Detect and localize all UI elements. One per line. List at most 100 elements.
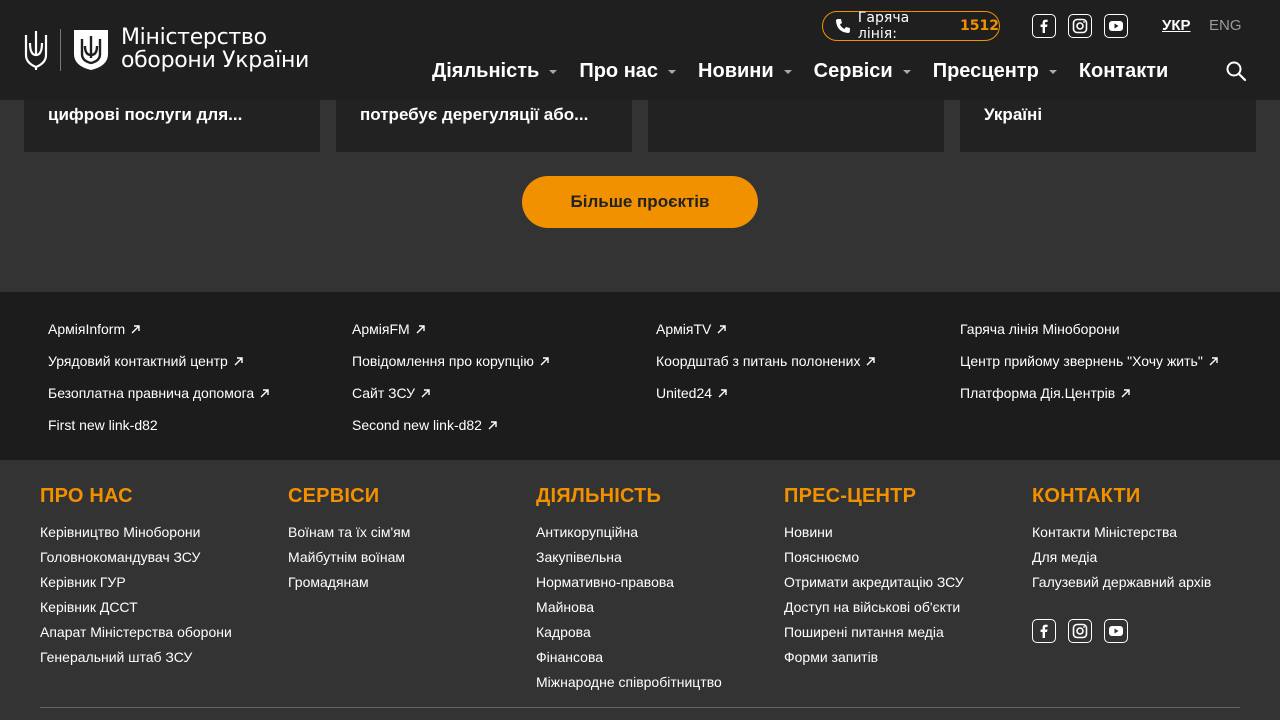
ext-link[interactable]: Повідомлення про корупцію: [352, 353, 550, 369]
ext-link-label: United24: [656, 385, 713, 401]
ext-link-label: First new link-d82: [48, 417, 158, 433]
external-arrow-icon: [234, 356, 243, 365]
ext-link[interactable]: United24: [656, 385, 728, 401]
nav-label: Діяльність: [432, 59, 540, 82]
ext-link-label: АрміяTV: [656, 321, 712, 337]
ext-link-label: Коордштаб з питань полонених: [656, 353, 861, 369]
project-card-title: цифрові послуги для...: [48, 105, 243, 124]
external-arrow-icon: [260, 388, 269, 397]
nav-press[interactable]: Пресцентр: [933, 60, 1057, 83]
search-icon[interactable]: [1225, 60, 1247, 82]
nav-activity[interactable]: Діяльність: [432, 59, 558, 83]
ext-link[interactable]: Сайт ЗСУ: [352, 385, 431, 401]
footer-link[interactable]: Керівник ДССТ: [40, 595, 232, 620]
brand-line-1: Міністерство: [121, 25, 267, 50]
ext-link[interactable]: АрміяTV: [656, 321, 727, 337]
footer-link[interactable]: Воїнам та їх сім'ям: [288, 520, 410, 545]
footer-link[interactable]: Генеральний штаб ЗСУ: [40, 645, 232, 670]
caret-down-icon: [1048, 70, 1057, 74]
more-projects-button[interactable]: Більше проєктів: [522, 176, 758, 228]
caret-down-icon: [783, 70, 792, 74]
site-header: Міністерство оборони України Гаряча ліні…: [0, 0, 1280, 100]
footer-link[interactable]: Контакти Міністерства: [1032, 520, 1211, 545]
footer-col-services: СЕРВІСИ Воїнам та їх сім'ям Майбутнім во…: [288, 485, 410, 595]
footer-col-contacts: КОНТАКТИ Контакти Міністерства Для медіа…: [1032, 485, 1211, 595]
footer-col-activity: ДІЯЛЬНІСТЬ Антикорупційна Закупівельна Н…: [536, 485, 722, 695]
ext-link[interactable]: Гаряча лінія Міноборони: [960, 321, 1120, 337]
ministry-logo-icon[interactable]: [72, 28, 110, 71]
caret-down-icon: [902, 70, 911, 74]
external-arrow-icon: [718, 388, 727, 397]
facebook-icon[interactable]: [1032, 619, 1056, 643]
external-arrow-icon: [416, 324, 425, 333]
footer-link[interactable]: Фінансова: [536, 645, 722, 670]
footer-link[interactable]: Форми запитів: [784, 645, 964, 670]
footer-link[interactable]: Кадрова: [536, 620, 722, 645]
footer-link[interactable]: Керівництво Міноборони: [40, 520, 232, 545]
ext-link-label: Центр прийому звернень "Хочу жить": [960, 353, 1203, 369]
nav-news[interactable]: Новини: [698, 60, 792, 83]
ext-link[interactable]: Коордштаб з питань полонених: [656, 353, 876, 369]
footer-link[interactable]: Поширені питання медіа: [784, 620, 964, 645]
youtube-icon[interactable]: [1104, 619, 1128, 643]
footer-link[interactable]: Для медіа: [1032, 545, 1211, 570]
footer-link[interactable]: Головнокомандувач ЗСУ: [40, 545, 232, 570]
ext-link[interactable]: Платформа Дія.Центрів: [960, 385, 1131, 401]
footer-heading: СЕРВІСИ: [288, 485, 380, 507]
ext-link-label: АрміяFM: [352, 321, 410, 337]
lang-ukr[interactable]: УКР: [1162, 17, 1191, 34]
footer-link[interactable]: Галузевий державний архів: [1032, 570, 1211, 595]
ext-link-label: Second new link-d82: [352, 417, 482, 433]
hotline-button[interactable]: Гаряча лінія: 1512: [822, 10, 1000, 42]
nav-about[interactable]: Про нас: [579, 60, 677, 83]
ext-link[interactable]: АрміяFM: [352, 321, 426, 337]
caret-down-icon: [668, 70, 677, 74]
external-arrow-icon: [717, 324, 727, 333]
youtube-icon[interactable]: [1104, 14, 1128, 38]
facebook-icon[interactable]: [1032, 14, 1056, 38]
lang-eng[interactable]: ENG: [1209, 17, 1242, 34]
footer-link[interactable]: Майнова: [536, 595, 722, 620]
external-arrow-icon: [540, 356, 549, 365]
footer-link[interactable]: Отримати акредитацію ЗСУ: [784, 570, 964, 595]
trident-icon: [24, 31, 48, 70]
footer-link[interactable]: Антикорупційна: [536, 520, 722, 545]
caret-down-icon: [549, 70, 558, 74]
ext-link-label: Гаряча лінія Міноборони: [960, 321, 1120, 337]
logo-divider: [60, 29, 61, 71]
footer-link[interactable]: Новини: [784, 520, 964, 545]
footer-link[interactable]: Пояснюємо: [784, 545, 964, 570]
ext-link[interactable]: АрміяInform: [48, 321, 141, 337]
footer-link[interactable]: Апарат Міністерства оборони: [40, 620, 232, 645]
footer-link[interactable]: Закупівельна: [536, 545, 722, 570]
brand-title[interactable]: Міністерство оборони України: [121, 26, 309, 72]
ext-link[interactable]: Центр прийому звернень "Хочу жить": [960, 353, 1219, 369]
footer-divider: [40, 707, 1240, 708]
footer-heading: ПРО НАС: [40, 485, 133, 507]
external-arrow-icon: [1121, 388, 1130, 397]
nav-services[interactable]: Сервіси: [814, 60, 911, 83]
footer-link[interactable]: Міжнародне співробітництво: [536, 670, 722, 695]
nav-contacts[interactable]: Контакти: [1079, 60, 1169, 83]
phone-icon: [835, 19, 850, 33]
hotline-number: 1512: [960, 18, 999, 34]
footer-link[interactable]: Доступ на військові об'єкти: [784, 595, 964, 620]
project-card-title: потребує дерегуляції або...: [360, 105, 589, 124]
instagram-icon[interactable]: [1068, 619, 1092, 643]
nav-label: Пресцентр: [932, 59, 1039, 82]
footer-link[interactable]: Майбутнім воїнам: [288, 545, 410, 570]
ext-link[interactable]: Безоплатна правнича допомога: [48, 385, 270, 401]
ext-link[interactable]: Урядовий контактний центр: [48, 353, 244, 369]
footer-link[interactable]: Керівник ГУР: [40, 570, 232, 595]
footer-link[interactable]: Громадянам: [288, 570, 410, 595]
hotline-label: Гаряча лінія:: [857, 10, 910, 42]
instagram-icon[interactable]: [1068, 14, 1092, 38]
project-card-title: Україні: [984, 105, 1043, 124]
footer-heading: ПРЕС-ЦЕНТР: [784, 485, 917, 507]
footer-link[interactable]: Нормативно-правова: [536, 570, 722, 595]
external-links-section: АрміяInform Урядовий контактний центр Бе…: [0, 292, 1280, 460]
ext-link-label: Повідомлення про корупцію: [352, 353, 534, 369]
ext-link[interactable]: Second new link-d82: [352, 417, 498, 433]
external-arrow-icon: [1209, 356, 1218, 365]
ext-link[interactable]: First new link-d82: [48, 417, 158, 433]
